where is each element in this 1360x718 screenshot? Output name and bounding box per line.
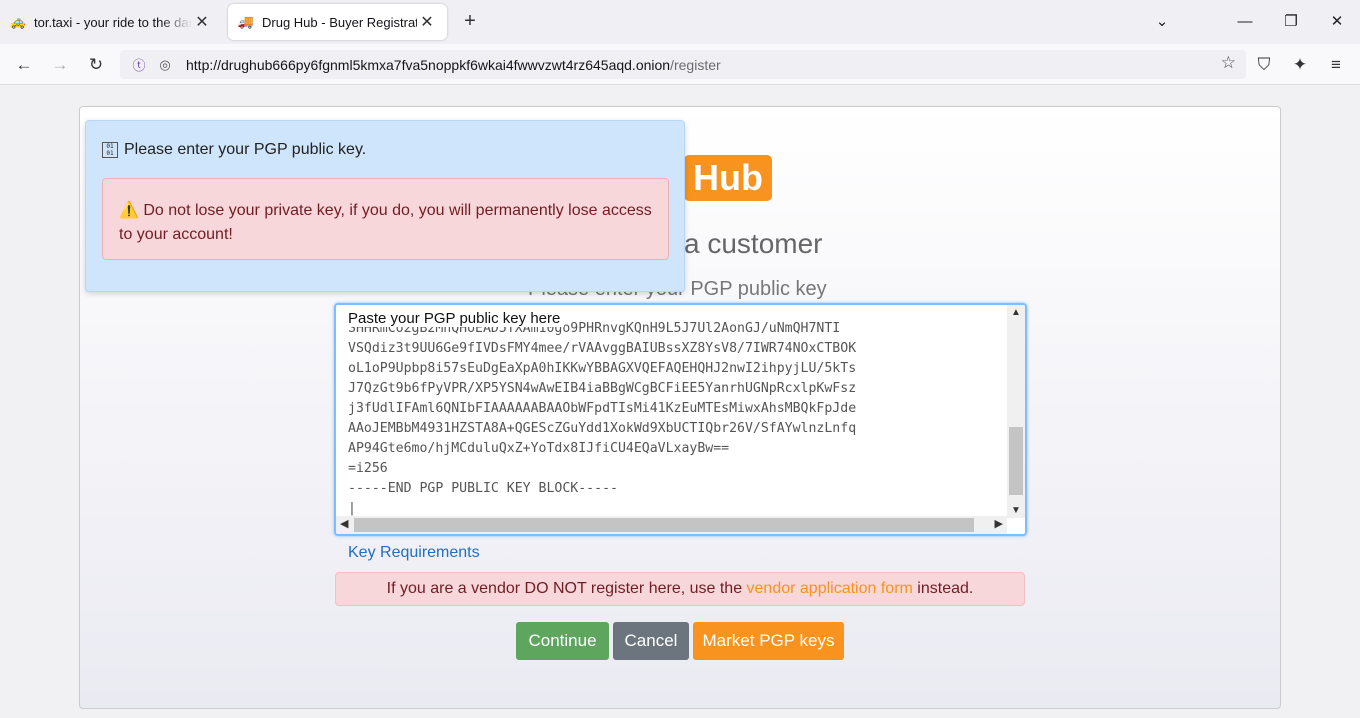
page-heading: a customer [684, 228, 823, 259]
pgp-key-textarea[interactable]: SHHRmCo2gB2MnQHoEAD5TXAm10go9PHRnvgKQnH9… [334, 303, 1027, 536]
close-window-icon[interactable]: ✕ [1325, 10, 1349, 34]
textarea-label: Paste your PGP public key here [348, 310, 565, 327]
pgp-line: -----END PGP PUBLIC KEY BLOCK----- [348, 481, 618, 496]
pgp-info-popup: 01 01 Please enter your PGP public key. ⚠… [85, 120, 685, 292]
cancel-button[interactable]: Cancel [613, 622, 689, 660]
list-tabs-icon[interactable]: ⌄ [1150, 10, 1174, 34]
pgp-line: =i256 [348, 461, 388, 476]
maximize-icon[interactable]: ❐ [1279, 10, 1303, 34]
vendor-alert: If you are a vendor DO NOT register here… [335, 572, 1025, 606]
menu-icon[interactable]: ≡ [1323, 52, 1349, 78]
drughub-favicon: 🚚 [237, 14, 255, 29]
pgp-key-icon: 01 01 [102, 142, 118, 158]
minimize-icon[interactable]: — [1233, 10, 1257, 34]
taxi-icon: 🚕 [9, 14, 27, 29]
scroll-thumb[interactable] [1009, 427, 1023, 495]
tab-drug-hub[interactable]: 🚚 Drug Hub - Buyer Registration ✕ [228, 4, 447, 40]
new-identity-icon[interactable]: ✦ [1287, 52, 1313, 78]
continue-button[interactable]: Continue [516, 622, 609, 660]
onion-icon[interactable]: ⓣ [128, 55, 150, 74]
vertical-scrollbar[interactable]: ▲ ▼ [1007, 305, 1025, 518]
key-requirements-link[interactable]: Key Requirements [348, 544, 480, 562]
pgp-line: AAoJEMBbM4931HZSTA8A+QGEScZGuYdd1XokWd9X… [348, 421, 857, 436]
address-bar[interactable]: ⓣ ◎ http://drughub666py6fgnml5kmxa7fva5n… [120, 50, 1246, 79]
close-tab-icon[interactable]: ✕ [417, 12, 437, 32]
bookmark-star-icon[interactable]: ☆ [1221, 53, 1236, 73]
close-tab-icon[interactable]: ✕ [192, 12, 212, 32]
reload-icon[interactable]: ↻ [83, 52, 109, 78]
market-pgp-keys-button[interactable]: Market PGP keys [693, 622, 844, 660]
horizontal-scrollbar[interactable]: ◀ ▶ [336, 516, 1007, 534]
pgp-line: oL1oP9Upbp8i57sEuDgEaXpA0hIKKwYBBAGXVQEF… [348, 361, 857, 376]
scroll-left-icon[interactable]: ◀ [340, 517, 348, 530]
popup-message-text: Please enter your PGP public key. [124, 141, 367, 158]
scroll-up-icon[interactable]: ▲ [1007, 307, 1025, 318]
vendor-alert-text-end: instead. [912, 580, 974, 597]
url-main: http://drughub666py6fgnml5kmxa7fva5noppk… [186, 56, 671, 73]
pgp-line: J7QzGt9b6fPyVPR/XP5YSN4wAwEIB4iaBBgWCgBC… [348, 381, 857, 396]
url-text[interactable]: http://drughub666py6fgnml5kmxa7fva5noppk… [186, 57, 721, 73]
fingerprint-icon[interactable]: ◎ [154, 57, 176, 73]
pgp-line: j3fUdlIFAml6QNIbFIAAAAAABAAObWFpdTIsMi41… [348, 401, 857, 416]
pgp-key-text[interactable]: SHHRmCo2gB2MnQHoEAD5TXAm10go9PHRnvgKQnH9… [348, 319, 856, 519]
scroll-thumb[interactable] [354, 518, 974, 532]
vendor-alert-text: If you are a vendor DO NOT register here… [386, 580, 747, 597]
scroll-right-icon[interactable]: ▶ [995, 517, 1003, 530]
forward-icon[interactable]: → [47, 52, 73, 78]
vendor-application-link[interactable]: vendor application form [747, 580, 913, 597]
tab-strip: 🚕 tor.taxi - your ride to the darknet ✕ … [0, 0, 1360, 44]
navigation-bar: ← → ↻ ⓣ ◎ http://drughub666py6fgnml5kmxa… [0, 44, 1360, 85]
logo: Hub [684, 155, 772, 201]
tab-tor-taxi[interactable]: 🚕 tor.taxi - your ride to the darknet ✕ [0, 4, 222, 40]
tab-title: tor.taxi - your ride to the darknet [34, 14, 192, 30]
scroll-down-icon[interactable]: ▼ [1007, 505, 1025, 516]
new-tab-button[interactable]: + [458, 10, 482, 34]
url-path: /register [670, 56, 721, 73]
pgp-line: VSQdiz3t9UU6Ge9fIVDsFMY4mee/rVAAvggBAIUB… [348, 341, 857, 356]
popup-message: 01 01 Please enter your PGP public key. [102, 141, 366, 159]
tab-title: Drug Hub - Buyer Registration [262, 14, 417, 30]
pgp-line: AP94Gte6mo/hjMCduluQxZ+YoTdx8IJfiCU4EQaV… [348, 441, 730, 456]
back-icon[interactable]: ← [11, 52, 37, 78]
private-key-warning: ⚠️ Do not lose your private key, if you … [102, 178, 669, 260]
shield-icon[interactable]: ⛉ [1251, 52, 1277, 78]
